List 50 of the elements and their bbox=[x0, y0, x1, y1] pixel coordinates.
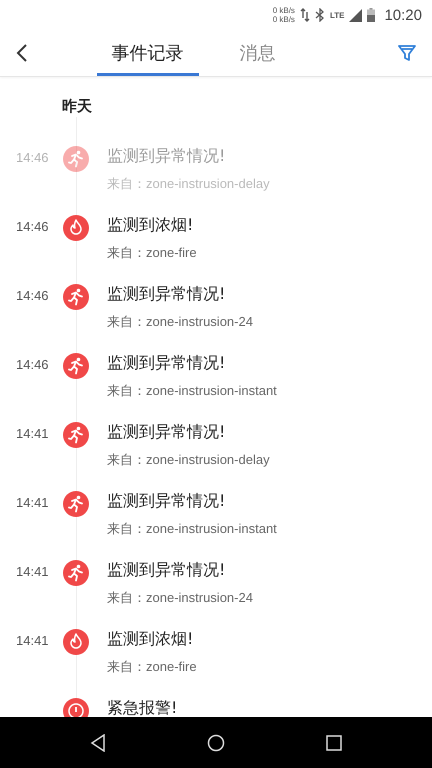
upload-speed: 0 kB/s bbox=[272, 6, 295, 15]
event-source: 来自：zone-instrusion-delay bbox=[107, 175, 270, 193]
running-person-icon bbox=[63, 422, 89, 448]
event-title: 监测到异常情况! bbox=[107, 353, 226, 374]
event-title: 监测到异常情况! bbox=[107, 284, 226, 305]
event-source: 来自：zone-fire bbox=[107, 658, 197, 676]
running-person-icon bbox=[63, 284, 89, 310]
event-source: 来自：zone-fire bbox=[107, 244, 197, 262]
event-time: 14:41 bbox=[16, 564, 49, 579]
event-source: 来自：zone-instrusion-delay bbox=[107, 451, 270, 469]
recents-nav-icon[interactable] bbox=[326, 734, 342, 750]
filter-icon[interactable] bbox=[398, 44, 416, 62]
network-label: LTE bbox=[330, 10, 344, 20]
event-title: 监测到异常情况! bbox=[107, 491, 226, 512]
event-time: 14:41 bbox=[16, 495, 49, 510]
flame-icon bbox=[63, 629, 89, 655]
clock: 10:20 bbox=[384, 6, 422, 24]
event-time: 14:41 bbox=[16, 633, 49, 648]
event-time: 14:46 bbox=[16, 357, 49, 372]
running-person-icon bbox=[63, 560, 89, 586]
event-time: 14:46 bbox=[16, 288, 49, 303]
event-title: 监测到浓烟! bbox=[107, 629, 194, 650]
running-person-icon bbox=[63, 491, 89, 517]
data-transfer-icon bbox=[300, 8, 310, 22]
event-source: 来自：zone-instrusion-24 bbox=[107, 313, 253, 331]
event-title: 监测到异常情况! bbox=[107, 422, 226, 443]
event-time: 14:46 bbox=[16, 150, 49, 165]
event-title: 紧急报警! bbox=[107, 698, 178, 717]
event-source: 来自：zone-instrusion-instant bbox=[107, 520, 277, 538]
back-icon[interactable] bbox=[16, 43, 28, 63]
back-nav-icon[interactable] bbox=[90, 734, 106, 752]
signal-icon bbox=[349, 8, 362, 22]
battery-icon bbox=[367, 8, 376, 22]
download-speed: 0 kB/s bbox=[272, 15, 295, 24]
event-source: 来自：zone-instrusion-24 bbox=[107, 589, 253, 607]
event-title: 监测到浓烟! bbox=[107, 215, 194, 236]
flame-icon bbox=[63, 215, 89, 241]
home-nav-icon[interactable] bbox=[207, 734, 225, 752]
event-source: 来自：zone-instrusion-instant bbox=[107, 382, 277, 400]
day-heading: 昨天 bbox=[62, 97, 93, 116]
event-time: 14:46 bbox=[16, 219, 49, 234]
event-title: 监测到异常情况! bbox=[107, 146, 226, 167]
event-title: 监测到异常情况! bbox=[107, 560, 226, 581]
running-person-icon bbox=[63, 353, 89, 379]
event-time: 14:41 bbox=[16, 426, 49, 441]
bluetooth-icon bbox=[314, 8, 325, 22]
running-person-icon bbox=[63, 146, 89, 172]
tab[interactable]: 消息 bbox=[206, 30, 308, 76]
tab[interactable]: 事件记录 bbox=[96, 30, 198, 76]
alert-icon bbox=[63, 698, 89, 717]
